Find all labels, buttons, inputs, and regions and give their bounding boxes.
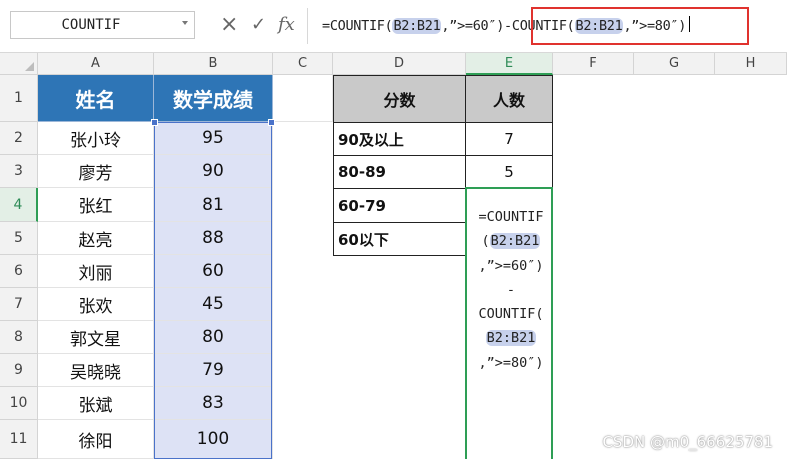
annotation-highlight-box bbox=[531, 7, 749, 45]
formula-part: =COUNTIF( bbox=[322, 18, 393, 34]
edit-line: ,”>=80″) bbox=[478, 354, 544, 371]
cell-d1-header[interactable]: 分数 bbox=[333, 75, 466, 123]
editing-cell-e4[interactable]: =COUNTIF (B2:B21 ,”>=60″) - COUNTIF( B2:… bbox=[465, 187, 553, 459]
column-header-h[interactable]: H bbox=[715, 53, 787, 75]
row-header-10[interactable]: 10 bbox=[0, 387, 38, 420]
cell-score[interactable]: 79 bbox=[154, 354, 273, 387]
cell-c1[interactable] bbox=[273, 75, 333, 122]
cell-name[interactable]: 廖芳 bbox=[38, 155, 154, 188]
fx-icon[interactable]: fx bbox=[278, 14, 295, 36]
cell-score[interactable]: 88 bbox=[154, 222, 273, 255]
row-header-5[interactable]: 5 bbox=[0, 222, 38, 255]
cell-score[interactable]: 95 bbox=[154, 122, 273, 155]
spreadsheet-grid: A B C D E F G H 1 2 3 4 5 6 7 8 9 10 11 … bbox=[0, 53, 787, 459]
column-header-b[interactable]: B bbox=[154, 53, 273, 75]
cell-score[interactable]: 90 bbox=[154, 155, 273, 188]
cell-e1-header[interactable]: 人数 bbox=[465, 75, 553, 123]
name-box[interactable]: COUNTIF bbox=[10, 11, 195, 39]
row-header-3[interactable]: 3 bbox=[0, 155, 38, 188]
cell-b1-header[interactable]: 数学成绩 bbox=[154, 75, 273, 122]
cell-name[interactable]: 张欢 bbox=[38, 288, 154, 321]
cell-score[interactable]: 45 bbox=[154, 288, 273, 321]
cell-name[interactable]: 吴晓晓 bbox=[38, 354, 154, 387]
row-header-6[interactable]: 6 bbox=[0, 255, 38, 288]
row-header-9[interactable]: 9 bbox=[0, 354, 38, 387]
edit-line: B2:B21 bbox=[471, 326, 551, 350]
cell-count[interactable]: 7 bbox=[465, 122, 553, 156]
confirm-icon[interactable]: ✓ bbox=[251, 14, 266, 36]
row-header-7[interactable]: 7 bbox=[0, 288, 38, 321]
select-all-icon bbox=[25, 62, 34, 71]
column-header-a[interactable]: A bbox=[38, 53, 154, 75]
cancel-icon[interactable]: × bbox=[220, 14, 238, 36]
cell-score[interactable]: 100 bbox=[154, 420, 273, 459]
cell-score-range[interactable]: 60-79 bbox=[333, 188, 466, 223]
cell-name[interactable]: 赵亮 bbox=[38, 222, 154, 255]
range-ref-highlight: B2:B21 bbox=[489, 233, 541, 250]
cell-count[interactable]: 5 bbox=[465, 155, 553, 189]
cell-name[interactable]: 张红 bbox=[38, 188, 154, 222]
cell-name[interactable]: 张斌 bbox=[38, 387, 154, 420]
edit-line: - bbox=[506, 281, 516, 298]
formula-part: ,”>=60″)- bbox=[441, 18, 512, 34]
cell-a1-header[interactable]: 姓名 bbox=[38, 75, 154, 122]
cell-name[interactable]: 张小玲 bbox=[38, 122, 154, 155]
cell-score[interactable]: 80 bbox=[154, 321, 273, 354]
column-header-e[interactable]: E bbox=[466, 53, 553, 75]
cell-score-range[interactable]: 60以下 bbox=[333, 222, 466, 256]
name-box-value: COUNTIF bbox=[61, 17, 121, 33]
edit-cell-formula: =COUNTIF (B2:B21 ,”>=60″) - COUNTIF( B2:… bbox=[471, 205, 551, 375]
row-header-2[interactable]: 2 bbox=[0, 122, 38, 155]
edit-line: COUNTIF( bbox=[478, 306, 544, 323]
column-header-d[interactable]: D bbox=[333, 53, 466, 75]
cell-score-range[interactable]: 80-89 bbox=[333, 155, 466, 189]
cell-score[interactable]: 60 bbox=[154, 255, 273, 288]
watermark: CSDN @m0_66625781 bbox=[602, 433, 773, 451]
range-ref-highlight: B2:B21 bbox=[392, 18, 442, 34]
column-header-c[interactable]: C bbox=[273, 53, 333, 75]
cell-name[interactable]: 徐阳 bbox=[38, 420, 154, 459]
column-header-g[interactable]: G bbox=[634, 53, 715, 75]
row-header-1[interactable]: 1 bbox=[0, 75, 38, 122]
edit-line: (B2:B21 bbox=[481, 233, 541, 250]
range-ref-highlight: B2:B21 bbox=[485, 330, 537, 347]
row-header-8[interactable]: 8 bbox=[0, 321, 38, 354]
cell-score-range[interactable]: 90及以上 bbox=[333, 122, 466, 156]
edit-line: ,”>=60″) bbox=[478, 257, 544, 274]
select-all-corner[interactable] bbox=[0, 53, 38, 75]
edit-line: =COUNTIF bbox=[478, 209, 544, 225]
cell-score[interactable]: 83 bbox=[154, 387, 273, 420]
cell-name[interactable]: 刘丽 bbox=[38, 255, 154, 288]
cell-name[interactable]: 郭文星 bbox=[38, 321, 154, 354]
row-header-4[interactable]: 4 bbox=[0, 188, 38, 222]
column-header-f[interactable]: F bbox=[553, 53, 634, 75]
row-header-11[interactable]: 11 bbox=[0, 420, 38, 459]
cell-score[interactable]: 81 bbox=[154, 188, 273, 222]
formula-bar: COUNTIF × ✓ fx =COUNTIF(B2:B21,”>=60″)-C… bbox=[0, 0, 787, 53]
chevron-down-icon[interactable] bbox=[182, 21, 188, 25]
